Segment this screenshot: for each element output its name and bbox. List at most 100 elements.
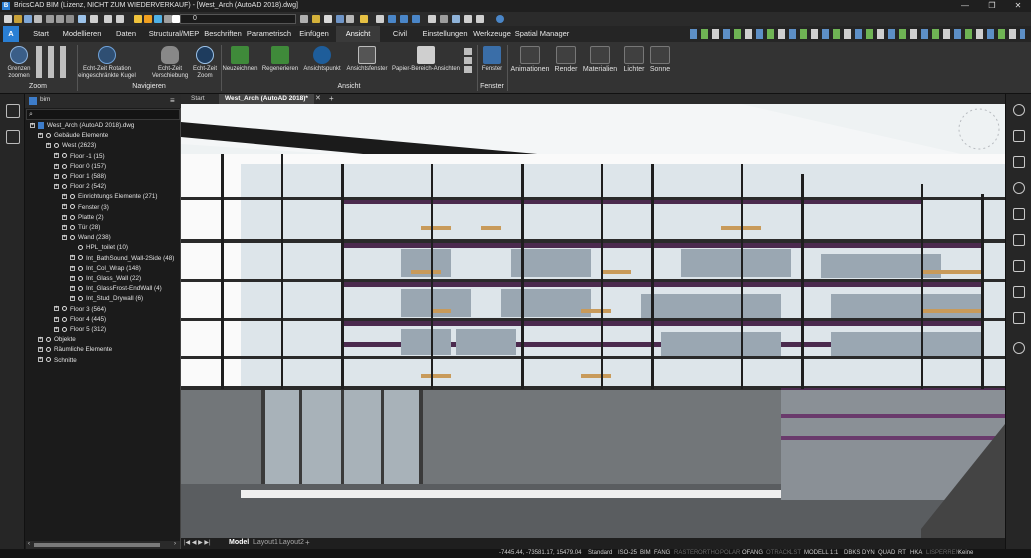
new-icon[interactable] [4,15,12,23]
tree-node[interactable]: + Floor 3 (564) [54,305,106,315]
status-toggle[interactable]: DYN [860,549,877,558]
expand-toggle-icon[interactable]: + [62,235,67,241]
tab-werkzeuge[interactable]: Werkzeuge [472,26,512,42]
tree-node[interactable]: + West_Arch (AutoAD 2018).dwg [30,121,134,131]
status-toggle[interactable]: OFANG [740,549,765,558]
close-button[interactable]: ✕ [1005,0,1031,12]
view-cube-icon[interactable] [400,15,408,23]
layer-previous-icon[interactable] [360,15,368,23]
settings-icon[interactable] [90,15,98,23]
layer-dropdown[interactable]: 0 [180,14,296,24]
expand-toggle-icon[interactable]: + [54,306,59,312]
status-toggle[interactable]: QUAD [876,549,897,558]
status-toggle[interactable]: RT [896,549,908,558]
regen-button[interactable]: Regenerieren [260,46,300,73]
cube-icon[interactable] [1013,286,1025,298]
render-dropdown[interactable]: Render [552,46,580,73]
open-icon[interactable] [14,15,22,23]
status-toggle[interactable]: MODELL [802,549,831,558]
lichter-dropdown[interactable]: Lichter [620,46,648,73]
pan-button[interactable]: Echt-Zeit Verschiebung [150,46,190,80]
redraw-button[interactable]: Neuzeichnen [222,46,258,73]
expand-toggle-icon[interactable]: + [54,184,59,190]
materials-icon[interactable] [1013,156,1025,168]
status-toggle[interactable]: Standard [586,549,614,558]
structure-browser-icon[interactable] [6,130,20,144]
expand-toggle-icon[interactable]: + [62,204,67,210]
expand-toggle-icon[interactable]: + [62,214,67,220]
profiles-icon[interactable] [1013,234,1025,246]
tree-node[interactable]: + Int_GlassFrost-EndWall (4) [70,284,162,294]
tree-node[interactable]: HPL_toilet (10) [70,243,128,253]
tab-spatial-manager[interactable]: Spatial Manager [513,26,571,42]
expand-toggle-icon[interactable]: + [70,275,75,281]
expand-toggle-icon[interactable]: + [30,122,35,128]
panel-menu-icon[interactable]: ≡ [170,96,175,105]
tree-node[interactable]: + Schnitte [38,356,77,366]
shaded-icon[interactable] [412,15,420,23]
tree-node[interactable]: + Floor -1 (15) [54,152,105,162]
save-icon[interactable] [24,15,32,23]
minimize-button[interactable]: — [952,0,978,12]
maximize-button[interactable]: ❐ [979,0,1005,12]
layer-state-icon[interactable] [336,15,344,23]
layout-nav-icon[interactable]: |◀ ◀ ▶ ▶| [184,539,211,546]
eraser-icon[interactable] [428,15,436,23]
expand-toggle-icon[interactable]: + [62,194,67,200]
structure-search-input[interactable]: ⌕ [26,109,180,120]
viewports-button[interactable]: Ansichtsfenster [344,46,390,73]
tree-node[interactable]: + Räumliche Elemente [38,345,112,355]
layer-manager-icon[interactable] [300,15,308,23]
table-icon[interactable] [476,15,484,23]
tree-node[interactable]: + Wand (238) [62,233,111,243]
render-panel-icon[interactable] [1013,182,1025,194]
image-icon[interactable] [464,15,472,23]
star-icon[interactable] [1013,342,1025,354]
3d-box-icon[interactable] [376,15,384,23]
tab-start-document[interactable]: Start [185,94,211,104]
tree-node[interactable]: + Int_BathSound_Wall-2Side (48) [70,254,174,264]
publish-icon[interactable] [66,15,74,23]
tree-node[interactable]: + Tür (28) [62,223,100,233]
add-layout-icon[interactable]: + [305,538,310,547]
tab-modellieren[interactable]: Modellieren [60,26,104,42]
tree-node[interactable]: + Fenster (3) [62,203,109,213]
status-toggle[interactable]: 1:1 [828,549,840,558]
view-mini-tools[interactable] [464,48,472,74]
layer-walk-icon[interactable] [346,15,354,23]
layout-tab-model[interactable]: Model [229,539,249,546]
status-toggle[interactable]: LST [788,549,803,558]
tab-daten[interactable]: Daten [110,26,142,42]
tab-ansicht[interactable]: Ansicht [336,26,380,42]
layers-icon[interactable] [1013,260,1025,272]
materialien-dropdown[interactable]: Materialien [580,46,620,73]
tree-horizontal-scrollbar[interactable]: ‹ › [26,541,180,549]
visual-style-icon[interactable] [388,15,396,23]
tree-node[interactable]: + Einrichtungs Elemente (271) [62,192,157,202]
pen-icon[interactable] [440,15,448,23]
expand-toggle-icon[interactable]: + [38,133,43,139]
layer-color-swatch[interactable] [172,15,180,23]
save-as-icon[interactable] [34,15,42,23]
add-tab-icon[interactable]: + [329,94,334,104]
realtime-zoom-button[interactable]: Echt-Zeit Zoom [190,46,220,80]
expand-toggle-icon[interactable]: + [70,255,75,261]
sonne-dropdown[interactable]: Sonne [648,46,672,73]
tab-einstellungen[interactable]: Einstellungen [420,26,470,42]
tree-node[interactable]: + Floor 1 (588) [54,172,106,182]
viewpoint-button[interactable]: Ansichtspunkt [300,46,344,73]
animationen-dropdown[interactable]: Animationen [508,46,552,73]
cloud-icon[interactable] [78,15,86,23]
close-tab-icon[interactable]: ✕ [315,94,321,104]
tree-node[interactable]: + Int_Col_Wrap (148) [70,264,141,274]
orbit-button[interactable]: Echt-Zeit Rotation eingeschränkte Kugel [78,46,136,80]
tree-node[interactable]: + Floor 0 (157) [54,162,106,172]
status-toggle[interactable]: ISO-25 [616,549,639,558]
tree-node[interactable]: + Floor 5 (312) [54,325,106,335]
expand-toggle-icon[interactable]: + [62,224,67,230]
match-properties-icon[interactable] [312,15,320,23]
tree-node[interactable]: + Int_Stud_Drywall (6) [70,294,143,304]
quick-tools-strip[interactable] [690,29,1025,39]
light-bulb-icon[interactable] [134,15,142,23]
expand-toggle-icon[interactable]: + [70,296,75,302]
